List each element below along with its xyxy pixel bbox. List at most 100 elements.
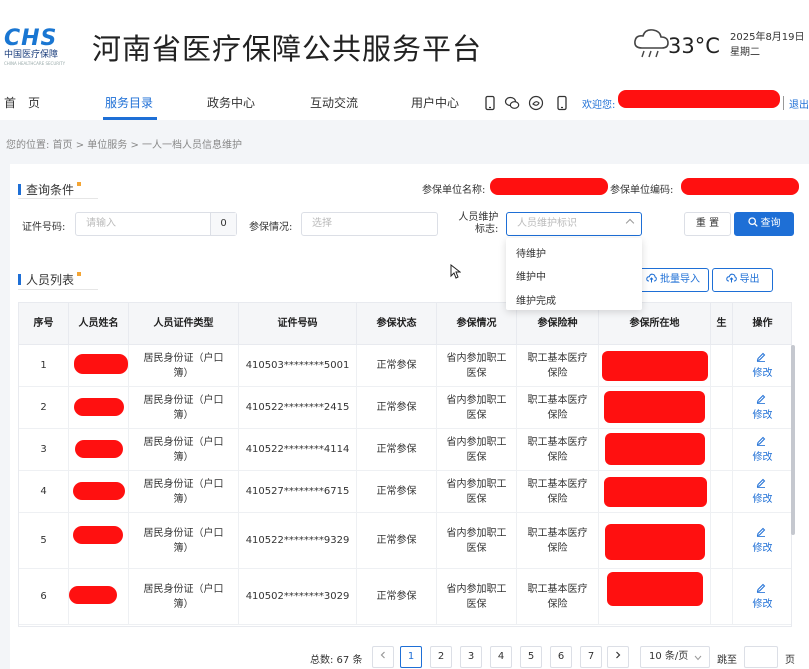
insurance-line2: 保险	[547, 451, 568, 463]
insurance-line2: 保险	[547, 367, 568, 379]
cell-insurance-type: 职工基本医疗 保险	[517, 569, 599, 625]
chs-logo[interactable]: CHS 中国医疗保障 CHINA HEALTHCARE SECURITY	[4, 28, 70, 68]
column-header: 生	[711, 303, 733, 345]
insurance-line2: 保险	[547, 409, 568, 421]
edit-label: 修改	[752, 542, 773, 554]
cell-hidden-column	[711, 569, 733, 625]
edit-button[interactable]: 修改	[753, 477, 773, 507]
nav-government-center[interactable]: 政务中心	[207, 94, 255, 111]
list-title-underline	[18, 289, 98, 290]
batch-import-label: 批量导入	[660, 274, 700, 285]
id-type-line1: 居民身份证（户口	[143, 527, 224, 539]
id-type-line1: 居民身份证（户口	[143, 352, 224, 364]
date-text: 2025年8月19日	[730, 32, 805, 43]
search-button-label: 查询	[760, 218, 781, 229]
row-number: 6	[40, 591, 47, 602]
next-page-button[interactable]	[607, 646, 629, 668]
edit-button[interactable]: 修改	[753, 435, 773, 465]
page-size-select[interactable]: 10 条/页	[640, 646, 710, 668]
cell-id-number: 410503********5001	[239, 345, 357, 387]
row-number: 2	[40, 402, 47, 413]
edit-label: 修改	[752, 409, 773, 421]
id-number-placeholder: 请输入	[86, 218, 116, 229]
location-redacted	[604, 391, 705, 423]
cell-index: 3	[19, 429, 69, 471]
cell-hidden-column	[711, 513, 733, 569]
nav-divider	[783, 96, 784, 110]
situation-line2: 医保	[466, 451, 487, 463]
logout-link[interactable]: 退出	[789, 96, 809, 111]
mobile-icon[interactable]	[482, 95, 498, 111]
table-row: 3 居民身份证（户口 簿） 410522********4114 正常参保 省内参加职工医…	[19, 429, 791, 471]
cell-insured-status: 正常参保	[357, 569, 437, 625]
insured-status-select[interactable]: 选择	[301, 212, 438, 236]
table-row: 1 居民身份证（户口 簿） 410503********5001 正常参保 省内参加职工医…	[19, 345, 791, 387]
cell-insured-situation: 省内参加职工 医保	[437, 345, 517, 387]
export-button[interactable]: 导出	[712, 268, 773, 292]
page-button-5[interactable]: 5	[520, 646, 542, 668]
edit-button[interactable]: 修改	[753, 526, 773, 556]
welcome-text: 欢迎您:	[582, 100, 616, 111]
edit-button[interactable]: 修改	[753, 351, 773, 381]
situation-line1: 省内参加职工	[446, 436, 507, 448]
jump-page-input[interactable]	[744, 646, 778, 668]
nav-service-catalog[interactable]: 服务目录	[105, 94, 153, 111]
page-button-2[interactable]: 2	[430, 646, 452, 668]
cloud-upload-icon	[646, 273, 657, 283]
nav-home[interactable]: 首 页	[4, 94, 40, 111]
weekday-text: 星期二	[730, 47, 760, 58]
dropdown-option-in-progress[interactable]: 维护中	[516, 268, 546, 283]
table-row: 2 居民身份证（户口 簿） 410522********2415 正常参保 省内参加职工医…	[19, 387, 791, 429]
search-button[interactable]: 查询	[734, 212, 794, 236]
jump-label: 跳至	[717, 655, 737, 666]
table-scrollbar[interactable]	[791, 345, 795, 535]
app-icon[interactable]	[554, 95, 570, 111]
prev-page-button[interactable]	[372, 646, 394, 668]
edit-button[interactable]: 修改	[753, 393, 773, 423]
temperature: 33°C	[668, 34, 720, 58]
id-number-input[interactable]: 请输入 0	[75, 212, 237, 236]
nav-interaction[interactable]: 互动交流	[310, 94, 358, 111]
insured-status: 正常参保	[376, 444, 417, 455]
row-number: 1	[40, 360, 47, 371]
page-button-6[interactable]: 6	[550, 646, 572, 668]
insured-status-label: 参保情况:	[249, 222, 293, 233]
insurance-line2: 保险	[547, 542, 568, 554]
dropdown-option-completed[interactable]: 维护完成	[516, 292, 556, 307]
page-button-7[interactable]: 7	[580, 646, 602, 668]
dropdown-option-pending[interactable]: 待维护	[516, 245, 546, 260]
batch-import-button[interactable]: 批量导入	[637, 268, 709, 292]
page-button-4[interactable]: 4	[490, 646, 512, 668]
column-header: 人员姓名	[69, 303, 129, 345]
username-redacted	[618, 90, 780, 108]
list-section-title: 人员列表	[18, 271, 82, 288]
nav-active-indicator	[103, 117, 157, 120]
query-title-text: 查询条件	[26, 183, 75, 197]
situation-line2: 医保	[466, 409, 487, 421]
id-type-line2: 簿）	[173, 409, 194, 421]
id-number-label: 证件号码:	[22, 222, 66, 233]
edit-button[interactable]: 修改	[753, 582, 773, 612]
weibo-icon[interactable]	[528, 95, 544, 111]
wechat-icon[interactable]	[504, 95, 520, 111]
page-button-3[interactable]: 3	[460, 646, 482, 668]
id-type-line1: 居民身份证（户口	[143, 478, 224, 490]
cell-insured-situation: 省内参加职工 医保	[437, 429, 517, 471]
column-header: 证件号码	[239, 303, 357, 345]
id-type-line2: 簿）	[173, 598, 194, 610]
unit-name-label: 参保单位名称:	[422, 185, 486, 196]
reset-button[interactable]: 重 置	[684, 212, 731, 236]
cell-action: 修改	[733, 513, 791, 569]
page-button-1[interactable]: 1	[400, 646, 422, 668]
cell-id-number: 410522********2415	[239, 387, 357, 429]
cell-insurance-type: 职工基本医疗 保险	[517, 429, 599, 471]
insurance-line2: 保险	[547, 493, 568, 505]
cell-hidden-column	[711, 471, 733, 513]
export-label: 导出	[739, 274, 760, 285]
cell-hidden-column	[711, 345, 733, 387]
insurance-line1: 职工基本医疗	[527, 583, 588, 595]
table-row: 5 居民身份证（户口 簿） 410522********9329 正常参保 省内参加职工医…	[19, 513, 791, 569]
insurance-line1: 职工基本医疗	[527, 436, 588, 448]
nav-user-center[interactable]: 用户中心	[411, 94, 459, 111]
maintenance-flag-select[interactable]: 人员维护标识	[506, 212, 642, 236]
